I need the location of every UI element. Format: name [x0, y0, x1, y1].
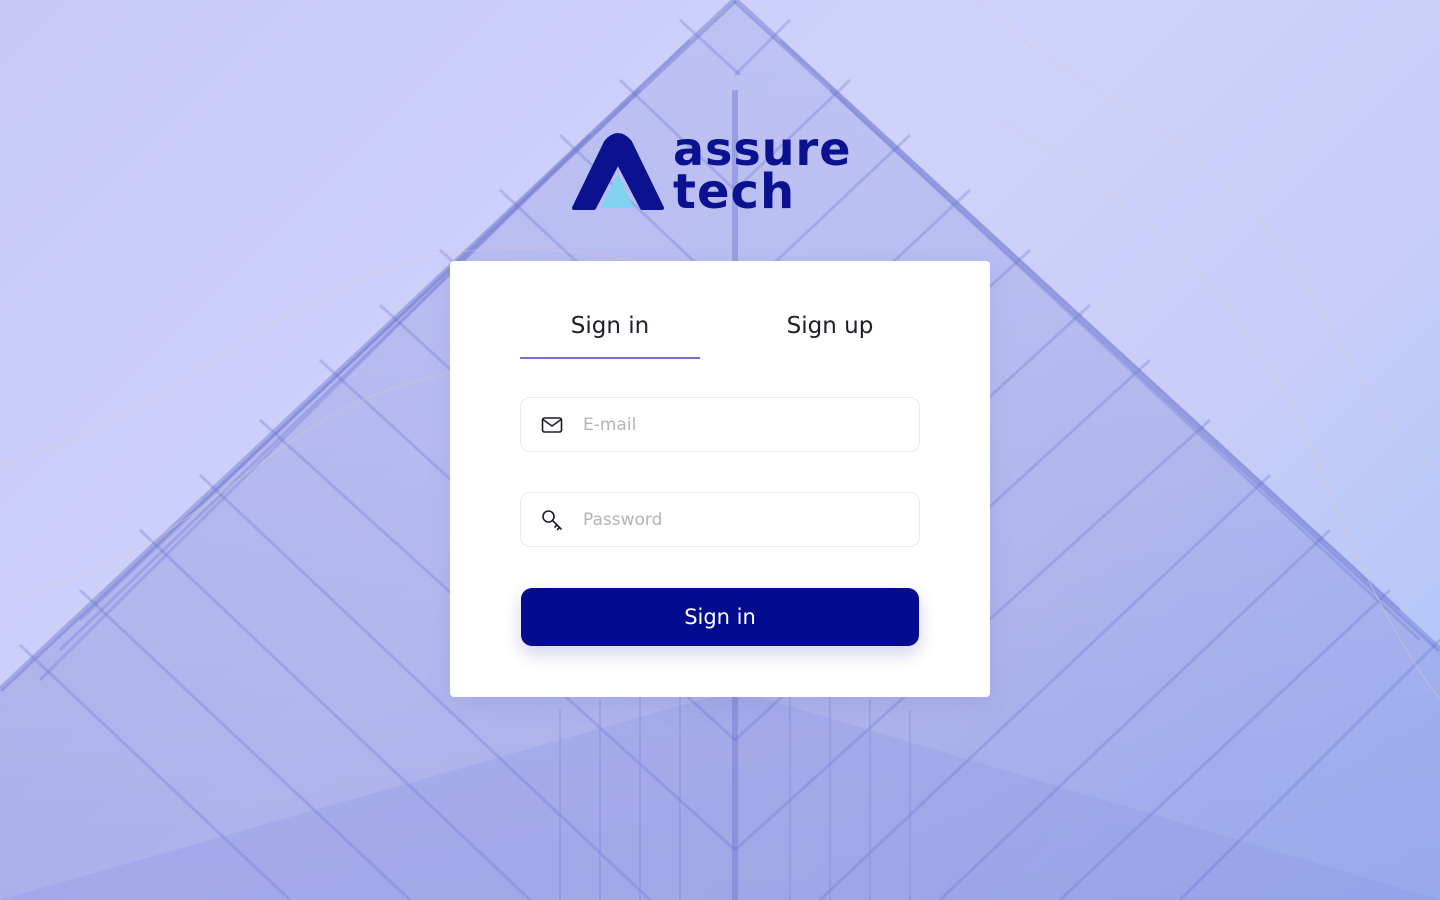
sign-in-button[interactable]: Sign in [521, 588, 919, 646]
password-input[interactable] [583, 493, 903, 546]
email-input[interactable] [583, 398, 903, 451]
mail-icon [541, 417, 563, 433]
login-page: assure tech Sign in Sign up Sign in [0, 0, 1440, 900]
auth-tabs: Sign in Sign up [520, 301, 920, 359]
tab-sign-up[interactable]: Sign up [740, 301, 920, 357]
email-field[interactable] [520, 397, 920, 452]
assuretech-logo: assure tech [570, 126, 870, 220]
auth-card: Sign in Sign up Sign in [450, 261, 990, 697]
key-icon [542, 510, 562, 531]
logo-word-tech: tech [673, 164, 796, 220]
tab-sign-in[interactable]: Sign in [520, 301, 700, 359]
logo-a-icon [572, 133, 664, 210]
password-field[interactable] [520, 492, 920, 547]
